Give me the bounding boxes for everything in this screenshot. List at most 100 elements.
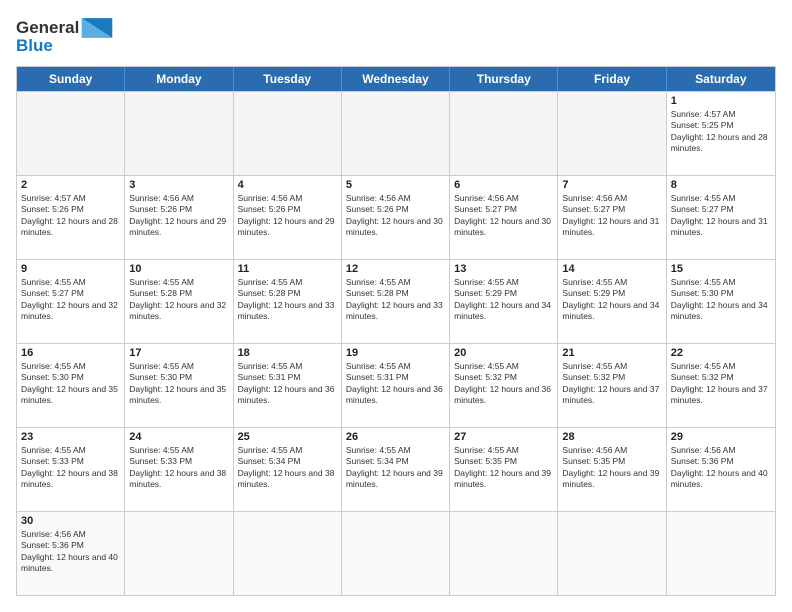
calendar-cell: 5 Sunrise: 4:56 AMSunset: 5:26 PMDaylight… — [342, 176, 450, 259]
calendar-cell — [342, 512, 450, 595]
calendar-row-4: 16 Sunrise: 4:55 AMSunset: 5:30 PMDayligh… — [17, 343, 775, 427]
cell-info: Sunrise: 4:55 AMSunset: 5:32 PMDaylight:… — [671, 361, 771, 407]
cell-info: Sunrise: 4:55 AMSunset: 5:31 PMDaylight:… — [238, 361, 337, 407]
calendar-cell: 14 Sunrise: 4:55 AMSunset: 5:29 PMDayligh… — [558, 260, 666, 343]
cell-info: Sunrise: 4:56 AMSunset: 5:27 PMDaylight:… — [562, 193, 661, 239]
calendar-row-3: 9Sunrise: 4:55 AMSunset: 5:27 PMDaylight… — [17, 259, 775, 343]
cell-date: 2 — [21, 179, 120, 191]
cell-date: 24 — [129, 431, 228, 443]
day-header-monday: Monday — [125, 67, 233, 91]
cell-info: Sunrise: 4:56 AMSunset: 5:26 PMDaylight:… — [129, 193, 228, 239]
cell-info: Sunrise: 4:57 AMSunset: 5:25 PMDaylight:… — [671, 109, 771, 155]
day-header-tuesday: Tuesday — [234, 67, 342, 91]
calendar-header: SundayMondayTuesdayWednesdayThursdayFrid… — [17, 67, 775, 91]
cell-info: Sunrise: 4:55 AMSunset: 5:28 PMDaylight:… — [346, 277, 445, 323]
cell-date: 25 — [238, 431, 337, 443]
header: General Blue — [16, 16, 776, 56]
calendar-cell: 10 Sunrise: 4:55 AMSunset: 5:28 PMDayligh… — [125, 260, 233, 343]
cell-date: 10 — [129, 263, 228, 275]
cell-date: 9 — [21, 263, 120, 275]
day-header-saturday: Saturday — [667, 67, 775, 91]
cell-date: 12 — [346, 263, 445, 275]
calendar-cell: 23 Sunrise: 4:55 AMSunset: 5:33 PMDayligh… — [17, 428, 125, 511]
cell-date: 30 — [21, 515, 120, 527]
cell-date: 27 — [454, 431, 553, 443]
calendar-cell — [558, 92, 666, 175]
logo: General Blue — [16, 16, 136, 56]
cell-info: Sunrise: 4:55 AMSunset: 5:30 PMDaylight:… — [671, 277, 771, 323]
calendar-cell: 16 Sunrise: 4:55 AMSunset: 5:30 PMDayligh… — [17, 344, 125, 427]
cell-date: 13 — [454, 263, 553, 275]
cell-date: 28 — [562, 431, 661, 443]
calendar-cell: 7Sunrise: 4:56 AMSunset: 5:27 PMDaylight… — [558, 176, 666, 259]
cell-info: Sunrise: 4:55 AMSunset: 5:31 PMDaylight:… — [346, 361, 445, 407]
calendar-cell: 12 Sunrise: 4:55 AMSunset: 5:28 PMDayligh… — [342, 260, 450, 343]
cell-date: 1 — [671, 95, 771, 107]
calendar-row-6: 30Sunrise: 4:56 AMSunset: 5:36 PMDayligh… — [17, 511, 775, 595]
calendar-cell — [234, 92, 342, 175]
cell-info: Sunrise: 4:56 AMSunset: 5:36 PMDaylight:… — [671, 445, 771, 491]
calendar-cell: 1 Sunrise: 4:57 AMSunset: 5:25 PMDaylight… — [667, 92, 775, 175]
cell-date: 8 — [671, 179, 771, 191]
calendar-cell: 9Sunrise: 4:55 AMSunset: 5:27 PMDaylight… — [17, 260, 125, 343]
day-header-thursday: Thursday — [450, 67, 558, 91]
cell-date: 14 — [562, 263, 661, 275]
cell-info: Sunrise: 4:55 AMSunset: 5:33 PMDaylight:… — [21, 445, 120, 491]
cell-date: 5 — [346, 179, 445, 191]
calendar-cell: 19 Sunrise: 4:55 AMSunset: 5:31 PMDayligh… — [342, 344, 450, 427]
calendar-cell — [234, 512, 342, 595]
calendar-cell: 13 Sunrise: 4:55 AMSunset: 5:29 PMDayligh… — [450, 260, 558, 343]
calendar-cell — [558, 512, 666, 595]
calendar-cell: 27Sunrise: 4:55 AMSunset: 5:35 PMDayligh… — [450, 428, 558, 511]
calendar-cell: 15Sunrise: 4:55 AMSunset: 5:30 PMDayligh… — [667, 260, 775, 343]
cell-info: Sunrise: 4:55 AMSunset: 5:28 PMDaylight:… — [129, 277, 228, 323]
cell-date: 4 — [238, 179, 337, 191]
cell-info: Sunrise: 4:55 AMSunset: 5:30 PMDaylight:… — [21, 361, 120, 407]
cell-date: 3 — [129, 179, 228, 191]
calendar-cell — [125, 92, 233, 175]
calendar-cell — [450, 512, 558, 595]
cell-info: Sunrise: 4:56 AMSunset: 5:35 PMDaylight:… — [562, 445, 661, 491]
calendar-cell — [667, 512, 775, 595]
cell-date: 23 — [21, 431, 120, 443]
calendar-cell: 25 Sunrise: 4:55 AMSunset: 5:34 PMDayligh… — [234, 428, 342, 511]
calendar-cell: 30Sunrise: 4:56 AMSunset: 5:36 PMDayligh… — [17, 512, 125, 595]
cell-info: Sunrise: 4:55 AMSunset: 5:28 PMDaylight:… — [238, 277, 337, 323]
cell-date: 6 — [454, 179, 553, 191]
cell-date: 16 — [21, 347, 120, 359]
cell-info: Sunrise: 4:56 AMSunset: 5:26 PMDaylight:… — [238, 193, 337, 239]
cell-info: Sunrise: 4:55 AMSunset: 5:30 PMDaylight:… — [129, 361, 228, 407]
cell-date: 26 — [346, 431, 445, 443]
cell-date: 29 — [671, 431, 771, 443]
calendar-cell: 2Sunrise: 4:57 AMSunset: 5:26 PMDaylight… — [17, 176, 125, 259]
calendar-cell: 22 Sunrise: 4:55 AMSunset: 5:32 PMDayligh… — [667, 344, 775, 427]
cell-info: Sunrise: 4:55 AMSunset: 5:33 PMDaylight:… — [129, 445, 228, 491]
calendar-cell: 20Sunrise: 4:55 AMSunset: 5:32 PMDayligh… — [450, 344, 558, 427]
cell-info: Sunrise: 4:56 AMSunset: 5:26 PMDaylight:… — [346, 193, 445, 239]
cell-info: Sunrise: 4:55 AMSunset: 5:29 PMDaylight:… — [562, 277, 661, 323]
calendar-cell: 3 Sunrise: 4:56 AMSunset: 5:26 PMDaylight… — [125, 176, 233, 259]
calendar-cell — [125, 512, 233, 595]
calendar-cell — [342, 92, 450, 175]
logo-blue: Blue — [16, 36, 53, 56]
calendar-cell: 4 Sunrise: 4:56 AMSunset: 5:26 PMDaylight… — [234, 176, 342, 259]
cell-info: Sunrise: 4:55 AMSunset: 5:32 PMDaylight:… — [562, 361, 661, 407]
calendar-row-2: 2Sunrise: 4:57 AMSunset: 5:26 PMDaylight… — [17, 175, 775, 259]
cell-date: 19 — [346, 347, 445, 359]
calendar-cell: 18 Sunrise: 4:55 AMSunset: 5:31 PMDayligh… — [234, 344, 342, 427]
calendar-cell: 21 Sunrise: 4:55 AMSunset: 5:32 PMDayligh… — [558, 344, 666, 427]
cell-info: Sunrise: 4:55 AMSunset: 5:29 PMDaylight:… — [454, 277, 553, 323]
cell-date: 21 — [562, 347, 661, 359]
calendar-row-1: 1 Sunrise: 4:57 AMSunset: 5:25 PMDaylight… — [17, 91, 775, 175]
cell-date: 22 — [671, 347, 771, 359]
cell-date: 18 — [238, 347, 337, 359]
calendar: SundayMondayTuesdayWednesdayThursdayFrid… — [16, 66, 776, 596]
cell-info: Sunrise: 4:55 AMSunset: 5:34 PMDaylight:… — [238, 445, 337, 491]
calendar-cell: 28 Sunrise: 4:56 AMSunset: 5:35 PMDayligh… — [558, 428, 666, 511]
calendar-cell — [450, 92, 558, 175]
calendar-cell — [17, 92, 125, 175]
logo-general: General — [16, 18, 79, 38]
logo-icon — [79, 16, 115, 40]
cell-date: 17 — [129, 347, 228, 359]
calendar-body: 1 Sunrise: 4:57 AMSunset: 5:25 PMDaylight… — [17, 91, 775, 595]
